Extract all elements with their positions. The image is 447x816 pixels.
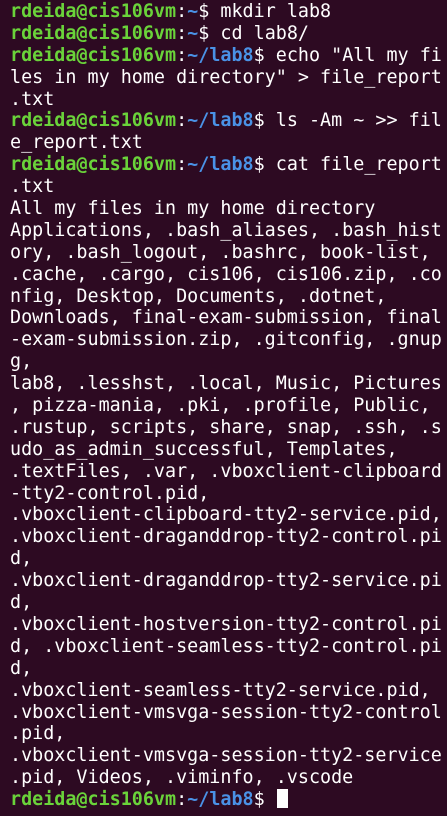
output-line: .txt bbox=[10, 88, 55, 110]
output-line: nfig, Desktop, Documents, .dotnet, bbox=[10, 285, 387, 307]
terminal-output: rdeida@cis106vm:~$ mkdir lab8 rdeida@cis… bbox=[10, 1, 447, 811]
prompt-path: ~/lab8 bbox=[187, 154, 254, 176]
output-line: .cache, .cargo, cis106, cis106.zip, .co bbox=[10, 263, 442, 285]
prompt-path: ~ bbox=[187, 1, 199, 22]
prompt-userhost: rdeida@cis106vm bbox=[10, 789, 177, 811]
command-text: ls -Am ~ >> fil bbox=[264, 110, 442, 132]
prompt-userhost: rdeida@cis106vm bbox=[10, 154, 177, 176]
prompt-line: rdeida@cis106vm:~/lab8$ ls -Am ~ >> fil bbox=[10, 110, 447, 132]
output-line: .pid, bbox=[10, 723, 66, 745]
prompt-line: rdeida@cis106vm:~$ mkdir lab8 bbox=[10, 1, 447, 23]
output-line: , pizza-mania, .pki, .profile, Public, bbox=[10, 395, 431, 417]
output-line: .pid, Videos, .viminfo, .vscode bbox=[10, 767, 354, 789]
output-line: .vboxclient-draganddrop-tty2-control.pi bbox=[10, 526, 442, 548]
prompt-colon: : bbox=[176, 154, 188, 176]
command-text: echo "All my fi bbox=[264, 44, 442, 66]
prompt-path: ~/lab8 bbox=[187, 789, 254, 811]
output-line: .rustup, scripts, share, snap, .ssh, .s bbox=[10, 416, 442, 438]
prompt-dollar: $ bbox=[253, 789, 265, 811]
prompt-dollar: $ bbox=[198, 1, 210, 22]
prompt-dollar: $ bbox=[198, 22, 210, 44]
prompt-path: ~/lab8 bbox=[187, 110, 254, 132]
output-line: Applications, .bash_aliases, .bash_hist bbox=[10, 219, 442, 241]
output-line: udo_as_admin_successful, Templates, bbox=[10, 438, 398, 460]
prompt-line: rdeida@cis106vm:~/lab8$ echo "All my fi bbox=[10, 45, 447, 67]
output-line: .vboxclient-seamless-tty2-service.pid, bbox=[10, 679, 431, 701]
command-text: mkdir lab8 bbox=[209, 1, 332, 22]
prompt-line: rdeida@cis106vm:~$ cd lab8/ bbox=[10, 23, 447, 45]
output-line: ory, .bash_logout, .bashrc, book-list, bbox=[10, 241, 431, 263]
prompt-dollar: $ bbox=[253, 44, 265, 66]
prompt-dollar: $ bbox=[253, 110, 265, 132]
output-line: .vboxclient-vmsvga-session-tty2-service bbox=[10, 745, 442, 767]
output-line: les in my home directory" > file_report bbox=[10, 66, 442, 88]
text-cursor bbox=[276, 789, 288, 809]
prompt-path: ~ bbox=[187, 22, 199, 44]
command-text: cd lab8/ bbox=[209, 22, 309, 44]
prompt-userhost: rdeida@cis106vm bbox=[10, 44, 177, 66]
output-line: -exam-submission.zip, .gitconfig, .gnup bbox=[10, 329, 442, 351]
output-line: .txt bbox=[10, 176, 55, 198]
prompt-colon: : bbox=[176, 22, 188, 44]
prompt-dollar: $ bbox=[253, 154, 265, 176]
output-line: .vboxclient-hostversion-tty2-control.pi bbox=[10, 613, 442, 635]
prompt-line: rdeida@cis106vm:~/lab8$ bbox=[10, 789, 447, 811]
command-text bbox=[265, 789, 276, 810]
output-line: .vboxclient-draganddrop-tty2-service.pi bbox=[10, 570, 442, 592]
output-line: e_report.txt bbox=[10, 132, 143, 154]
prompt-userhost: rdeida@cis106vm bbox=[10, 22, 177, 44]
output-line: .vboxclient-clipboard-tty2-service.pid, bbox=[10, 504, 442, 526]
output-line: d, .vboxclient-seamless-tty2-control.pi bbox=[10, 635, 442, 657]
prompt-colon: : bbox=[176, 110, 188, 132]
output-line: .textFiles, .var, .vboxclient-clipboard bbox=[10, 460, 442, 482]
output-line: -tty2-control.pid, bbox=[10, 482, 210, 504]
prompt-path: ~/lab8 bbox=[187, 44, 254, 66]
output-line: g, bbox=[10, 351, 33, 373]
output-line: d, bbox=[10, 592, 33, 614]
output-line: All my files in my home directory bbox=[10, 198, 376, 220]
output-line: .vboxclient-vmsvga-session-tty2-control bbox=[10, 701, 442, 723]
output-line: d, bbox=[10, 657, 33, 679]
prompt-colon: : bbox=[176, 789, 188, 811]
output-line: lab8, .lesshst, .local, Music, Pictures bbox=[10, 373, 442, 395]
terminal-window[interactable]: rdeida@cis106vm:~$ mkdir lab8 rdeida@cis… bbox=[0, 0, 447, 816]
command-text: cat file_report bbox=[264, 154, 442, 176]
prompt-line: rdeida@cis106vm:~/lab8$ cat file_report bbox=[10, 154, 447, 176]
output-line: d, bbox=[10, 548, 33, 570]
prompt-userhost: rdeida@cis106vm bbox=[10, 1, 177, 22]
prompt-colon: : bbox=[176, 44, 188, 66]
prompt-userhost: rdeida@cis106vm bbox=[10, 110, 177, 132]
prompt-colon: : bbox=[176, 1, 188, 22]
output-line: Downloads, final-exam-submission, final bbox=[10, 307, 442, 329]
